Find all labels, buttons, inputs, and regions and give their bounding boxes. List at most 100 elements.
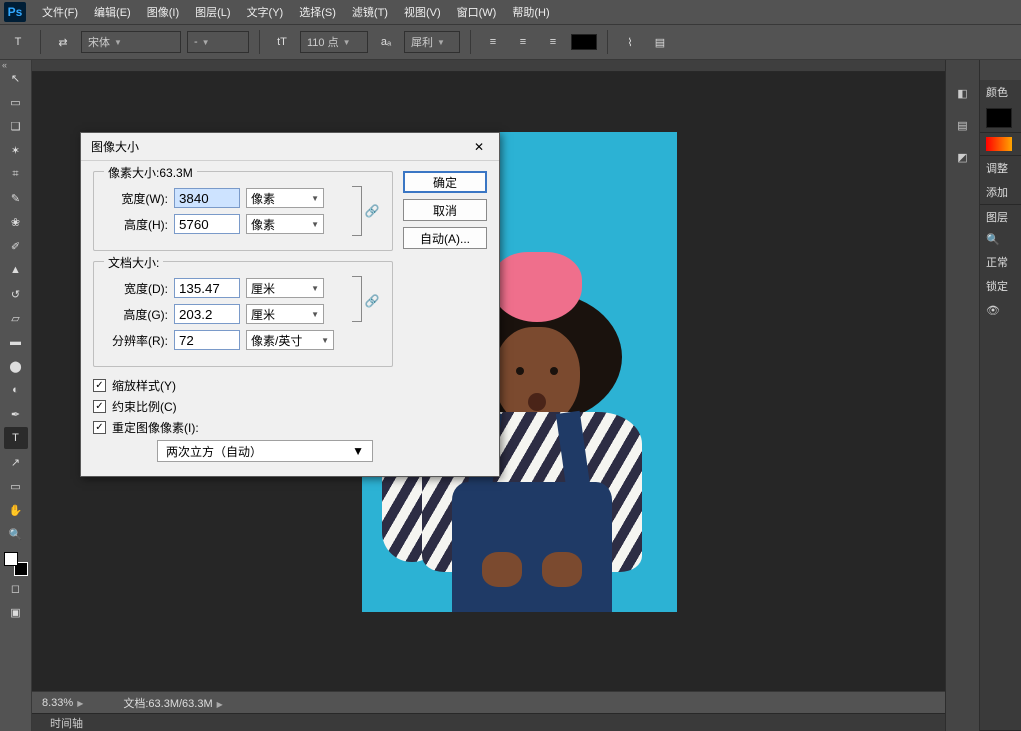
tool-quick-select[interactable]: ✶ <box>4 139 28 161</box>
height-unit-select[interactable]: 像素▼ <box>246 214 324 234</box>
panel-icon[interactable]: ◧ <box>953 84 973 102</box>
dialog-titlebar[interactable]: 图像大小 ✕ <box>81 133 499 161</box>
options-bar: T ⇄ 宋体▼ -▼ tT 110 点▼ aₐ 犀利▼ ≡ ≡ ≡ ⌇ ▤ <box>0 24 1021 60</box>
link-icon[interactable]: 🔗 <box>362 294 382 308</box>
constrain-proportions-checkbox[interactable]: ✓ 约束比例(C) <box>93 398 393 415</box>
active-tool-icon[interactable]: T <box>6 30 30 54</box>
doc-width-label: 宽度(D): <box>104 280 168 297</box>
status-bar: 8.33%▶ 文档:63.3M/63.3M▶ <box>32 691 945 713</box>
resample-method-value: 两次立方（自动） <box>166 443 262 460</box>
resample-checkbox[interactable]: ✓ 重定图像像素(I): <box>93 419 393 436</box>
font-style-value: - <box>194 36 198 48</box>
width-input[interactable] <box>174 188 240 208</box>
orientation-toggle-icon[interactable]: ⇄ <box>51 30 75 54</box>
tool-eyedropper[interactable]: ✎ <box>4 187 28 209</box>
canvas-viewport[interactable]: 图像大小 ✕ 像素大小:63.3M <box>32 72 945 691</box>
height-input[interactable] <box>174 214 240 234</box>
resolution-unit-select[interactable]: 像素/英寸▼ <box>246 330 334 350</box>
dialog-body: 像素大小:63.3M 宽度(W): 像素▼ <box>81 161 499 476</box>
checkbox-icon[interactable]: ✓ <box>93 400 106 413</box>
warp-text-icon[interactable]: ⌇ <box>618 30 642 54</box>
zoom-value[interactable]: 8.33%▶ <box>42 697 83 709</box>
blend-mode-value[interactable]: 正常 <box>980 250 1021 274</box>
adjustments-panel[interactable]: 调整 添加 <box>980 156 1021 205</box>
color-swatch[interactable] <box>986 108 1012 128</box>
menu-type[interactable]: 文字(Y) <box>239 2 292 22</box>
tool-history-brush[interactable]: ↺ <box>4 283 28 305</box>
link-icon[interactable]: 🔗 <box>362 182 382 240</box>
panel-icon[interactable]: ◩ <box>953 148 973 166</box>
chevron-down-icon: ▼ <box>202 38 210 47</box>
visibility-icon[interactable]: 👁 <box>980 298 1021 323</box>
width-unit-select[interactable]: 像素▼ <box>246 188 324 208</box>
panel-icon[interactable]: ▤ <box>953 116 973 134</box>
text-color-swatch[interactable] <box>571 34 597 50</box>
menu-filter[interactable]: 滤镜(T) <box>344 2 396 22</box>
menu-layer[interactable]: 图层(L) <box>187 2 238 22</box>
font-family-select[interactable]: 宋体▼ <box>81 31 181 53</box>
tool-quickmask[interactable]: ◻ <box>4 577 28 599</box>
doc-size-readout[interactable]: 文档:63.3M/63.3M▶ <box>123 695 222 711</box>
color-panel[interactable]: 颜色 <box>980 80 1021 133</box>
doc-height-input[interactable] <box>174 304 240 324</box>
cancel-button[interactable]: 取消 <box>403 199 487 221</box>
tool-zoom[interactable]: 🔍 <box>4 523 28 545</box>
tool-type[interactable]: T <box>4 427 28 449</box>
search-icon[interactable]: 🔍 <box>980 229 1021 250</box>
tool-shape[interactable]: ▭ <box>4 475 28 497</box>
checkbox-icon[interactable]: ✓ <box>93 379 106 392</box>
foreground-background-swatch[interactable] <box>4 552 28 576</box>
tool-crop[interactable]: ⌗ <box>4 163 28 185</box>
doc-width-input[interactable] <box>174 278 240 298</box>
resolution-label: 分辨率(R): <box>104 332 168 349</box>
resample-method-select[interactable]: 两次立方（自动） ▼ <box>157 440 373 462</box>
tool-brush[interactable]: ✐ <box>4 235 28 257</box>
tool-palette: « ↖ ▭ ❑ ✶ ⌗ ✎ ❀ ✐ ▲ ↺ ▱ ▬ ⬤ ◐ ✒ T ↗ ▭ ✋ … <box>0 60 32 731</box>
close-icon[interactable]: ✕ <box>469 137 489 157</box>
resolution-input[interactable] <box>174 330 240 350</box>
doc-height-label: 高度(G): <box>104 306 168 323</box>
tool-dodge[interactable]: ◐ <box>4 379 28 401</box>
tool-hand[interactable]: ✋ <box>4 499 28 521</box>
right-panels: 颜色 调整 添加 图层 🔍 正常 锁定 👁 <box>980 60 1021 731</box>
tool-eraser[interactable]: ▱ <box>4 307 28 329</box>
menu-select[interactable]: 选择(S) <box>291 2 344 22</box>
pixel-dimensions-group: 像素大小:63.3M 宽度(W): 像素▼ <box>93 171 393 251</box>
doc-width-unit-select[interactable]: 厘米▼ <box>246 278 324 298</box>
menu-image[interactable]: 图像(I) <box>139 2 187 22</box>
tool-move[interactable]: ↖ <box>4 67 28 89</box>
menu-window[interactable]: 窗口(W) <box>449 2 505 22</box>
scale-styles-checkbox[interactable]: ✓ 缩放样式(Y) <box>93 377 393 394</box>
tool-stamp[interactable]: ▲ <box>4 259 28 281</box>
menu-edit[interactable]: 编辑(E) <box>86 2 139 22</box>
menu-help[interactable]: 帮助(H) <box>504 2 557 22</box>
timeline-panel-tab[interactable]: 时间轴 <box>32 713 945 731</box>
tool-screenmode[interactable]: ▣ <box>4 601 28 623</box>
gradient-panel[interactable] <box>980 133 1021 156</box>
anti-alias-select[interactable]: 犀利▼ <box>404 31 460 53</box>
align-right-icon[interactable]: ≡ <box>541 30 565 54</box>
panel-header[interactable] <box>980 60 1021 80</box>
tool-path-select[interactable]: ↗ <box>4 451 28 473</box>
menu-file[interactable]: 文件(F) <box>34 2 86 22</box>
align-left-icon[interactable]: ≡ <box>481 30 505 54</box>
tool-blur[interactable]: ⬤ <box>4 355 28 377</box>
auto-button[interactable]: 自动(A)... <box>403 227 487 249</box>
font-size-select[interactable]: 110 点▼ <box>300 31 368 53</box>
align-center-icon[interactable]: ≡ <box>511 30 535 54</box>
tool-healing[interactable]: ❀ <box>4 211 28 233</box>
tool-marquee[interactable]: ▭ <box>4 91 28 113</box>
tool-lasso[interactable]: ❑ <box>4 115 28 137</box>
foreground-color[interactable] <box>4 552 18 566</box>
link-brace <box>352 186 362 236</box>
character-panel-icon[interactable]: ▤ <box>648 30 672 54</box>
layers-panel[interactable]: 图层 🔍 正常 锁定 👁 <box>980 205 1021 731</box>
menu-view[interactable]: 视图(V) <box>396 2 449 22</box>
tool-pen[interactable]: ✒ <box>4 403 28 425</box>
doc-height-unit-select[interactable]: 厘米▼ <box>246 304 324 324</box>
tool-gradient[interactable]: ▬ <box>4 331 28 353</box>
checkbox-icon[interactable]: ✓ <box>93 421 106 434</box>
font-style-select[interactable]: -▼ <box>187 31 249 53</box>
document-tabstrip[interactable] <box>32 60 945 72</box>
ok-button[interactable]: 确定 <box>403 171 487 193</box>
